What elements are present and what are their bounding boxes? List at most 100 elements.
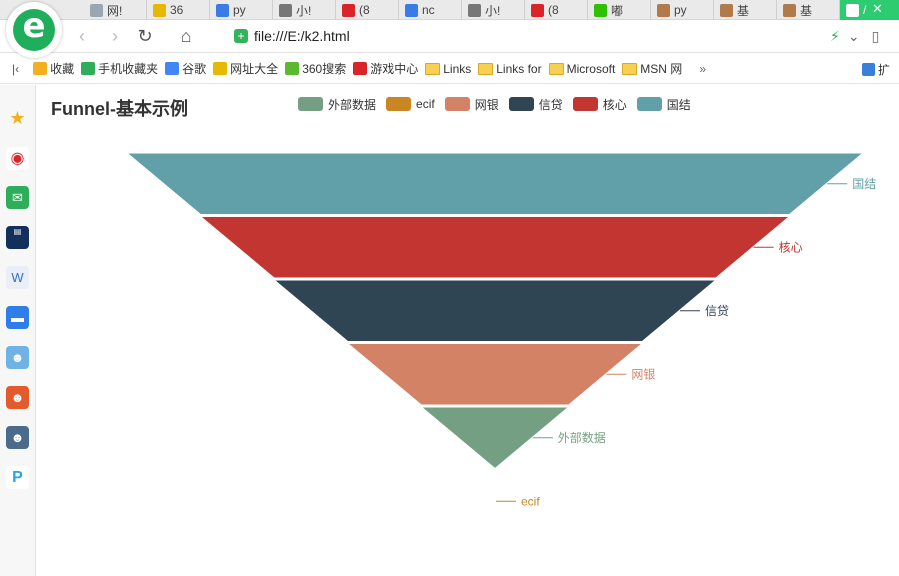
funnel-segment[interactable] bbox=[125, 152, 865, 215]
browser-tab[interactable]: 基 bbox=[777, 0, 840, 20]
tab-label: (8 bbox=[359, 3, 370, 17]
bookmark-item[interactable]: Links for bbox=[478, 61, 542, 76]
legend-swatch bbox=[386, 97, 412, 111]
funnel-segment[interactable] bbox=[199, 216, 791, 279]
avatar-icon bbox=[657, 3, 670, 17]
tab-label: 基 bbox=[737, 3, 750, 18]
tab-list: 网! 36 py 小! (8 nc 小! (8 嘟 py 基 基 / bbox=[84, 0, 899, 20]
browser-tab[interactable]: 小! bbox=[273, 0, 336, 20]
browser-logo[interactable]: e bbox=[6, 2, 62, 58]
forward-button[interactable]: › bbox=[103, 24, 127, 48]
page-icon bbox=[90, 3, 103, 17]
bookmark-item[interactable]: 网址大全 bbox=[213, 60, 278, 77]
lightning-icon[interactable]: ⚡ bbox=[830, 28, 840, 45]
game-icon bbox=[353, 62, 368, 75]
sidebar-toggle-icon[interactable]: |‹ bbox=[12, 62, 19, 76]
bookmark-label: 手机收藏夹 bbox=[98, 62, 159, 76]
bookmark-item[interactable]: 游戏中心 bbox=[353, 60, 418, 77]
chart-title: Funnel-基本示例 bbox=[51, 99, 188, 119]
funnel-segment[interactable] bbox=[346, 343, 644, 406]
legend-item[interactable]: ecif bbox=[386, 97, 435, 111]
zhihu-icon bbox=[468, 3, 481, 17]
legend-item[interactable]: 信贷 bbox=[508, 96, 563, 113]
pdf-icon[interactable]: P bbox=[6, 466, 29, 489]
avatar-icon bbox=[783, 3, 796, 17]
reload-button[interactable]: ↻ bbox=[133, 24, 157, 48]
funnel-segment-label: ecif bbox=[521, 494, 540, 508]
legend-label: ecif bbox=[416, 97, 435, 111]
bookmark-item[interactable]: 谷歌 bbox=[165, 60, 206, 77]
tab-label: 36 bbox=[170, 3, 184, 17]
extensions-button[interactable]: 扩 bbox=[862, 61, 890, 78]
tab-label: nc bbox=[422, 3, 435, 17]
browser-logo-glyph: e bbox=[22, 6, 46, 46]
left-sidebar: ★ ◉ ✉ ▤ W ▬ ☻ ☻ ☻ P bbox=[0, 85, 36, 576]
bookmark-item[interactable]: Links bbox=[425, 62, 471, 76]
legend-label: 核心 bbox=[602, 97, 627, 112]
browser-tab[interactable]: nc bbox=[399, 0, 462, 20]
weibo-icon[interactable]: ◉ bbox=[6, 147, 29, 170]
bookmark-item[interactable]: Microsoft bbox=[548, 61, 616, 76]
legend-swatch bbox=[298, 97, 323, 111]
tab-strip: 网! 36 py 小! (8 nc 小! (8 嘟 py 基 基 / ✕ bbox=[0, 0, 899, 20]
browser-tab[interactable]: 嘟 bbox=[588, 0, 651, 20]
address-bar[interactable]: + file:///E:/k2.html bbox=[224, 24, 824, 48]
bookmark-item[interactable]: 手机收藏夹 bbox=[81, 60, 158, 77]
bookmark-label: 网址大全 bbox=[230, 62, 279, 76]
page-icon bbox=[846, 3, 859, 17]
baidu-paw-icon bbox=[216, 3, 229, 17]
legend-label: 信贷 bbox=[538, 97, 563, 112]
legend-swatch bbox=[636, 97, 662, 111]
news-icon[interactable]: ▤ bbox=[6, 226, 29, 249]
mail-icon[interactable]: ✉ bbox=[6, 186, 29, 209]
home-button[interactable]: ⌂ bbox=[174, 24, 198, 48]
browser-tab[interactable]: 36 bbox=[147, 0, 210, 20]
bookmark-item[interactable]: MSN 网 bbox=[622, 60, 682, 77]
tab-label: 小! bbox=[485, 3, 501, 18]
legend-item[interactable]: 网银 bbox=[444, 96, 499, 113]
browser-tab[interactable]: py bbox=[651, 0, 714, 20]
word-icon[interactable]: W bbox=[6, 266, 29, 289]
browser-tab[interactable]: 网! bbox=[84, 0, 147, 20]
legend-item[interactable]: 核心 bbox=[572, 96, 627, 113]
back-button[interactable]: ‹ bbox=[70, 24, 94, 48]
bookmark-item[interactable]: 360搜索 bbox=[285, 60, 346, 77]
browser-tab[interactable]: 小! bbox=[462, 0, 525, 20]
bookmark-label: 游戏中心 bbox=[370, 62, 419, 76]
funnel-segment-label: 信贷 bbox=[705, 304, 729, 318]
zhihu-icon bbox=[279, 3, 292, 17]
star-icon[interactable]: ★ bbox=[6, 107, 29, 130]
browser-tab[interactable]: (8 bbox=[525, 0, 588, 20]
browser-tab[interactable]: (8 bbox=[336, 0, 399, 20]
cloud-icon[interactable]: ▬ bbox=[6, 306, 29, 329]
tab-label: 小! bbox=[296, 3, 312, 18]
close-tab-icon[interactable]: ✕ bbox=[872, 1, 883, 17]
legend-swatch bbox=[508, 97, 534, 111]
chevron-down-icon[interactable]: ⌄ bbox=[848, 28, 860, 45]
funnel-segment[interactable] bbox=[272, 279, 718, 342]
browser-tab[interactable]: 基 bbox=[714, 0, 777, 20]
bookmarks-bar: |‹ 收藏 手机收藏夹 谷歌 网址大全 360搜索 游戏中心 Links Links for M… bbox=[0, 54, 899, 84]
puzzle-icon bbox=[862, 63, 875, 76]
bookmark-label: Microsoft bbox=[566, 61, 616, 76]
star-icon bbox=[33, 62, 48, 75]
shield-icon: + bbox=[234, 29, 248, 43]
bookmark-item[interactable]: 收藏 bbox=[33, 60, 74, 77]
360-icon bbox=[213, 62, 228, 75]
game-icon[interactable]: ☻ bbox=[6, 426, 29, 449]
reader-icon[interactable]: ▯ bbox=[872, 28, 880, 45]
legend-item[interactable]: 外部数据 bbox=[298, 96, 376, 113]
game-icon[interactable]: ☻ bbox=[6, 386, 29, 409]
bookmark-label: 收藏 bbox=[50, 62, 75, 76]
url-text[interactable]: file:///E:/k2.html bbox=[254, 28, 350, 44]
tab-label: / bbox=[863, 3, 867, 17]
bookmarks-more-icon[interactable]: » bbox=[699, 62, 706, 76]
phone-icon bbox=[81, 62, 96, 75]
game-icon[interactable]: ☻ bbox=[6, 346, 29, 369]
legend-item[interactable]: 国结 bbox=[636, 96, 691, 113]
tab-label: 网! bbox=[107, 3, 123, 18]
browser-tab[interactable]: py bbox=[210, 0, 273, 20]
bookmark-label: Links for bbox=[496, 61, 542, 76]
tab-label: 嘟 bbox=[611, 3, 624, 18]
browser-tab[interactable]: / bbox=[840, 0, 899, 20]
